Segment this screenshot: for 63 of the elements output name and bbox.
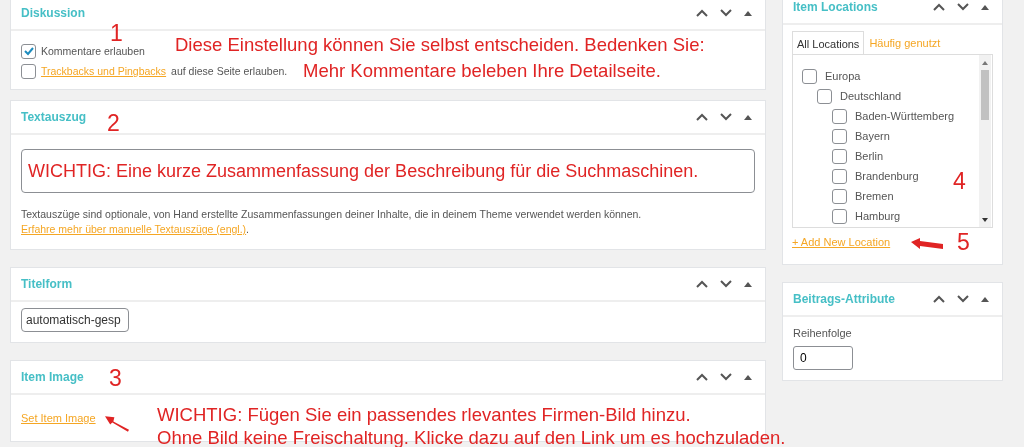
arrow-icon <box>910 238 944 250</box>
checkbox[interactable] <box>832 148 847 164</box>
annotation-text: WICHTIG: Fügen Sie ein passendes rlevantes Firmen-Bild hinzu. <box>157 403 691 426</box>
move-down-button[interactable] <box>717 112 735 122</box>
checkbox[interactable] <box>832 128 847 144</box>
excerpt-field[interactable]: WICHTIG: Eine kurze Zusammenfassung der Beschreibung für die Suchmaschinen. <box>21 149 755 193</box>
move-down-button[interactable] <box>717 8 735 18</box>
move-down-button[interactable] <box>954 294 972 304</box>
panel-title: Diskussion <box>21 6 86 20</box>
location-label: Brandenburg <box>855 170 919 182</box>
annotation-number: 2 <box>107 110 120 136</box>
checkbox[interactable] <box>832 108 847 124</box>
annotation-number: 4 <box>953 168 966 194</box>
excerpt-hint: Textauszüge sind optionale, von Hand erstellte Zusammenfassungen deiner Inhalte, die in deinem Theme verwendet werden können. Erfahre mehr über manuelle Textauszüge (engl.). <box>21 207 643 237</box>
panel-title: Titelform <box>21 277 73 291</box>
collapse-button[interactable] <box>741 280 755 288</box>
collapse-button[interactable] <box>978 3 992 11</box>
option-label: auf diese Seite erlauben. <box>171 65 288 77</box>
location-label: Bayern <box>855 130 890 142</box>
checkbox[interactable] <box>21 63 36 79</box>
checkbox[interactable] <box>21 43 36 59</box>
panel-title: Item Image <box>21 370 84 384</box>
annotation-text: Ohne Bild keine Freischaltung. Klicke dazu auf den Link um es hochzuladen. <box>157 426 786 447</box>
checkbox[interactable] <box>832 168 847 184</box>
annotation-number: 5 <box>957 229 970 255</box>
tab[interactable]: All Locations <box>792 31 865 55</box>
scrollbar[interactable] <box>979 55 991 227</box>
annotation-text: Diese Einstellung können Sie selbst entscheiden. Bedenken Sie: <box>175 33 705 57</box>
collapse-button[interactable] <box>741 373 755 381</box>
location-label: Bremen <box>855 190 894 202</box>
annotation-number: 1 <box>110 20 123 46</box>
move-down-button[interactable] <box>954 2 972 12</box>
annotation-number: 3 <box>109 365 122 391</box>
order-input[interactable]: 0 <box>793 346 853 370</box>
scrollbar-thumb[interactable] <box>981 70 989 120</box>
collapse-button[interactable] <box>978 295 992 303</box>
option-label: Kommentare erlauben <box>41 45 145 57</box>
checkbox[interactable] <box>817 88 832 104</box>
panel-title: Item Locations <box>793 0 878 14</box>
slug-input[interactable]: automatisch-gesp <box>21 308 129 332</box>
scroll-up-icon[interactable] <box>982 60 988 65</box>
location-label: Europa <box>825 70 861 82</box>
annotation-text: Mehr Kommentare beleben Ihre Detailseite. <box>303 59 661 83</box>
set-image-link[interactable]: Set Item Image <box>21 412 96 424</box>
checkbox[interactable] <box>832 208 847 224</box>
order-label: Reihenfolge <box>793 327 853 339</box>
location-label: Berlin <box>855 150 884 162</box>
trackbacks-link[interactable]: Trackbacks und Pingbacks <box>41 65 167 77</box>
checkbox[interactable] <box>802 68 817 84</box>
arrow-icon <box>105 416 129 432</box>
checkbox[interactable] <box>832 188 847 204</box>
location-label: Hamburg <box>855 210 901 222</box>
tab[interactable]: Häufig genutzt <box>864 31 946 54</box>
scroll-down-icon[interactable] <box>982 218 988 223</box>
location-label: Deutschland <box>840 90 902 102</box>
collapse-button[interactable] <box>741 9 755 17</box>
move-down-button[interactable] <box>717 372 735 382</box>
move-down-button[interactable] <box>717 279 735 289</box>
add-location-link[interactable]: + Add New Location <box>792 236 891 248</box>
collapse-button[interactable] <box>741 113 755 121</box>
location-label: Baden-Württemberg <box>855 110 955 122</box>
panel-title: Textauszug <box>21 110 87 124</box>
panel-title: Beitrags-Attribute <box>793 292 895 306</box>
